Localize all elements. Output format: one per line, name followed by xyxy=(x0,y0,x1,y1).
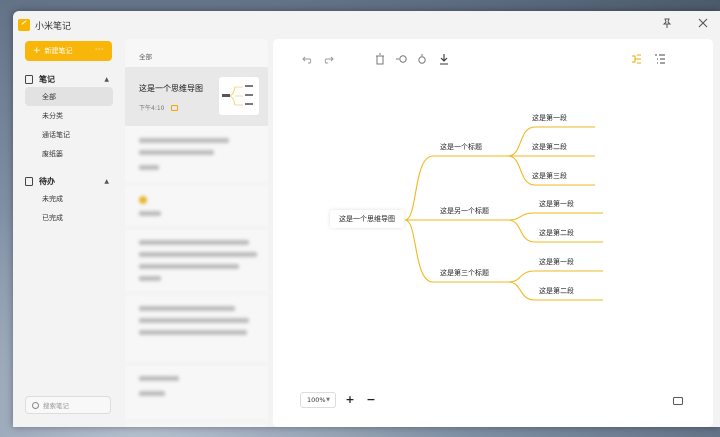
search-input[interactable]: 搜索笔记 xyxy=(25,396,111,414)
mindmap-icon xyxy=(171,104,179,111)
list-item[interactable] xyxy=(125,126,268,184)
list-item-active[interactable]: 这是一个思维导图 下午4:10 xyxy=(125,67,268,126)
sidebar-item-call-notes[interactable]: 通话笔记 xyxy=(25,125,113,144)
pin-icon[interactable] xyxy=(660,17,674,31)
keyboard-icon[interactable] xyxy=(673,397,683,405)
sidebar-item-incomplete[interactable]: 未完成 xyxy=(25,189,113,208)
sidebar-item-trash[interactable]: 废纸篓 xyxy=(25,144,113,163)
insert-after-icon[interactable] xyxy=(415,53,429,67)
mindmap-leaf-node[interactable]: 这是第二段 xyxy=(539,228,574,238)
undo-icon[interactable] xyxy=(301,53,315,67)
list-item[interactable] xyxy=(125,228,268,294)
mindmap-leaf-node[interactable]: 这是第一段 xyxy=(539,199,574,209)
new-note-button[interactable]: + 新建笔记 ··· xyxy=(25,41,112,61)
list-item[interactable] xyxy=(125,184,268,228)
sidebar-item-completed[interactable]: 已完成 xyxy=(25,208,113,227)
close-icon[interactable] xyxy=(696,17,710,31)
zoom-select[interactable]: 100% ▼ xyxy=(300,392,336,408)
mindmap-branch-node[interactable]: 这是第三个标题 xyxy=(440,268,489,278)
sidebar-item-uncategorized[interactable]: 未分类 xyxy=(25,106,113,125)
note-list-header: 全部 xyxy=(139,53,152,61)
mindmap-canvas[interactable]: 这是一个思维导图 这是一个标题 这是另一个标题 这是第三个标题 这是第一段 这是… xyxy=(273,99,713,349)
insert-before-icon[interactable] xyxy=(394,53,408,67)
redo-icon[interactable] xyxy=(321,53,335,67)
app-logo-icon xyxy=(18,19,30,31)
mindmap-leaf-node[interactable]: 这是第一段 xyxy=(532,113,567,123)
chevron-up-icon[interactable]: ▲ xyxy=(104,178,109,185)
todo-group-header[interactable]: 待办 ▲ xyxy=(25,173,113,189)
notes-group-label: 笔记 xyxy=(39,74,55,84)
checklist-icon xyxy=(25,176,33,186)
note-thumbnail xyxy=(219,77,259,115)
delete-icon[interactable] xyxy=(373,53,387,67)
outline-view-icon[interactable] xyxy=(653,53,667,67)
notes-group-header[interactable]: 笔记 ▲ xyxy=(25,71,113,87)
search-placeholder: 搜索笔记 xyxy=(43,402,69,410)
notebook-icon xyxy=(25,74,33,84)
mindmap-view-icon[interactable] xyxy=(629,53,643,67)
todo-group: 待办 ▲ 未完成 已完成 xyxy=(25,173,113,227)
chevron-up-icon[interactable]: ▲ xyxy=(104,76,109,83)
zoom-in-button[interactable]: + xyxy=(343,393,357,407)
editor-pane: 这是一个思维导图 这是一个标题 这是另一个标题 这是第三个标题 这是第一段 这是… xyxy=(273,39,713,427)
todo-group-label: 待办 xyxy=(39,176,55,186)
search-icon xyxy=(32,401,39,409)
zoom-out-button[interactable]: − xyxy=(364,393,378,407)
mindmap-leaf-node[interactable]: 这是第二段 xyxy=(532,142,567,152)
chevron-down-icon: ▼ xyxy=(326,397,330,403)
note-time-text: 下午4:10 xyxy=(139,105,165,112)
download-icon[interactable] xyxy=(437,53,451,67)
title-bar: 小米笔记 xyxy=(13,11,720,39)
new-note-label: 新建笔记 xyxy=(44,47,73,55)
list-item[interactable] xyxy=(125,364,268,422)
mindmap-root-node[interactable]: 这是一个思维导图 xyxy=(330,210,404,228)
mindmap-branch-node[interactable]: 这是一个标题 xyxy=(440,142,482,152)
sidebar: + 新建笔记 ··· 笔记 ▲ 全部 未分类 通话笔记 废纸篓 待办 ▲ 未完成… xyxy=(13,39,123,427)
list-item[interactable] xyxy=(125,294,268,364)
more-options-button[interactable]: ··· xyxy=(95,45,104,54)
mindmap-leaf-node[interactable]: 这是第三段 xyxy=(532,171,567,181)
notes-group: 笔记 ▲ 全部 未分类 通话笔记 废纸篓 xyxy=(25,71,113,163)
note-list: 全部 这是一个思维导图 下午4:10 xyxy=(125,39,268,427)
sidebar-item-all[interactable]: 全部 xyxy=(25,87,113,106)
plus-icon: + xyxy=(33,46,41,56)
app-window: 小米笔记 + 新建笔记 ··· 笔记 ▲ 全部 未分类 通话笔记 废纸篓 待办 … xyxy=(13,11,720,427)
zoom-value: 100% xyxy=(307,396,326,404)
mindmap-leaf-node[interactable]: 这是第一段 xyxy=(539,257,574,267)
mindmap-leaf-node[interactable]: 这是第二段 xyxy=(539,286,574,296)
mindmap-branch-node[interactable]: 这是另一个标题 xyxy=(440,206,489,216)
app-title: 小米笔记 xyxy=(35,21,72,32)
